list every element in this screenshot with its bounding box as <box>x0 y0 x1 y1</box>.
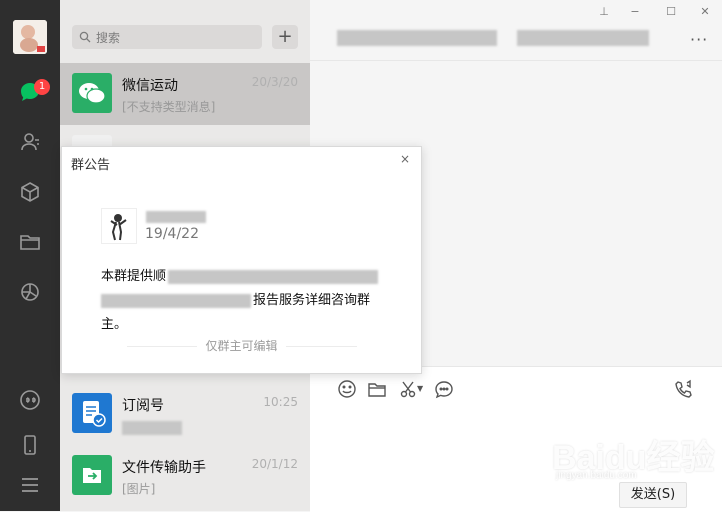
chat-time: 20/1/12 <box>251 457 298 471</box>
blurred-preview <box>122 421 182 435</box>
call-icon[interactable] <box>673 378 695 400</box>
subscription-icon <box>72 393 112 433</box>
maximize-button[interactable]: ☐ <box>663 4 679 20</box>
file-transfer-icon <box>72 455 112 495</box>
pin-button[interactable]: ⊥ <box>596 4 612 20</box>
more-button[interactable]: ··· <box>690 30 708 49</box>
chat-preview: [图片] <box>122 482 156 496</box>
close-icon[interactable]: × <box>400 152 410 166</box>
menu-icon[interactable] <box>18 473 42 497</box>
search-input[interactable]: 搜索 <box>72 25 262 49</box>
close-button[interactable]: ✕ <box>697 4 713 20</box>
chat-name: 文件传输助手 <box>122 460 206 476</box>
moments-icon[interactable] <box>18 280 42 304</box>
edit-permission-note: 仅群主可编辑 <box>62 337 421 354</box>
wechat-sport-icon <box>72 73 112 113</box>
avatar <box>101 208 137 244</box>
emoji-icon[interactable] <box>336 378 358 400</box>
announcement-date: 19/4/22 <box>145 226 199 242</box>
blurred-text <box>168 269 379 284</box>
group-announcement-dialog: 群公告 × 19/4/22 本群提供顺 报告服务详细咨询群 主。 仅群主可编辑 <box>61 146 422 374</box>
chat-history-icon[interactable] <box>433 378 455 400</box>
unread-badge: 1 <box>34 79 50 95</box>
collections-icon[interactable] <box>18 180 42 204</box>
folder-icon[interactable] <box>18 230 42 254</box>
announcement-line: 本群提供顺 <box>101 269 167 284</box>
chat-preview: [不支持类型消息] <box>122 100 216 114</box>
sidebar: 1 <box>0 0 60 511</box>
contacts-icon[interactable] <box>18 130 42 154</box>
announcement-line: 报告服务详细咨询群 <box>253 293 371 308</box>
list-item[interactable]: 订阅号 10:25 <box>60 383 310 445</box>
list-item[interactable]: 文件传输助手 20/1/12 [图片] <box>60 445 310 507</box>
chat-name: 订阅号 <box>122 398 164 414</box>
chevron-down-icon[interactable]: ▼ <box>417 384 423 393</box>
blurred-chat-title <box>517 30 649 46</box>
list-item[interactable]: 微信运动 20/3/20 [不支持类型消息] <box>60 63 310 125</box>
blurred-text <box>101 293 251 308</box>
blurred-author-name <box>146 211 206 223</box>
send-button[interactable]: 发送(S) <box>619 482 687 508</box>
avatar[interactable] <box>13 20 47 54</box>
search-icon <box>79 31 91 43</box>
mini-program-icon[interactable] <box>18 388 42 412</box>
search-placeholder: 搜索 <box>96 31 121 45</box>
chat-header <box>310 0 722 61</box>
minimize-button[interactable]: − <box>627 4 643 20</box>
announcement-line: 主。 <box>101 317 128 332</box>
watermark-url: jingyan.baidu.com <box>556 470 637 481</box>
announcement-text: 本群提供顺 报告服务详细咨询群 主。 <box>101 265 391 337</box>
chat-time: 10:25 <box>263 395 298 409</box>
dialog-title: 群公告 <box>71 158 111 173</box>
chat-name: 微信运动 <box>122 78 178 94</box>
chat-time: 20/3/20 <box>251 75 298 89</box>
phone-icon[interactable] <box>18 433 42 457</box>
file-icon[interactable] <box>366 378 388 400</box>
blurred-chat-title <box>337 30 497 46</box>
add-chat-button[interactable]: + <box>272 25 298 49</box>
